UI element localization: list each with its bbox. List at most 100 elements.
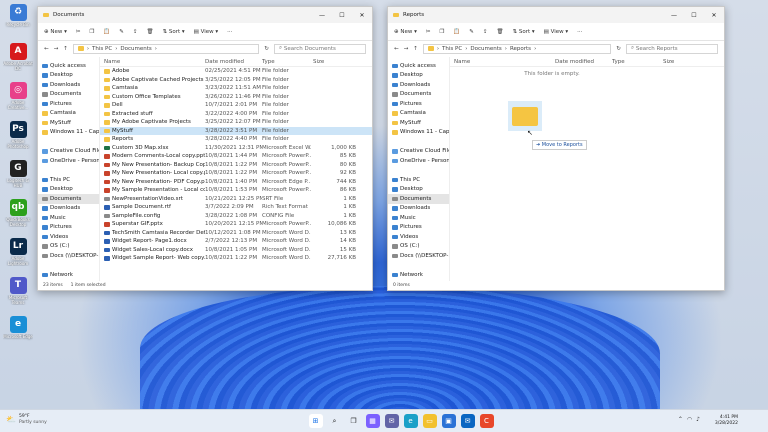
table-row[interactable]: My Sample Presentation - Local copy.pptx… <box>100 186 372 195</box>
table-row[interactable]: Sample Document.rtf 3/7/2022 2:09 PM Rich … <box>100 203 372 212</box>
clock[interactable]: 4:41 PM 3/28/2022 <box>715 415 738 427</box>
breadcrumb-this-pc[interactable]: This PC <box>442 46 462 52</box>
column-date[interactable]: Date modified <box>205 59 262 65</box>
desktop-shortcut[interactable]: Lr Adobe Lightroom <box>3 238 33 266</box>
share-icon[interactable]: ⇪ <box>133 29 138 35</box>
nav-item[interactable]: Downloads <box>388 204 449 214</box>
start-icon[interactable]: ⊞ <box>308 414 323 428</box>
nav-item[interactable]: Downloads <box>388 80 449 90</box>
nav-item[interactable]: Quick access <box>38 61 99 71</box>
table-row[interactable]: Extracted stuff 3/22/2022 4:00 PM File fol… <box>100 110 372 119</box>
nav-item[interactable]: Videos <box>388 232 449 242</box>
table-row[interactable]: MyStuff 3/28/2022 3:51 PM File folder <box>100 126 372 135</box>
forward-icon[interactable]: → <box>54 46 59 52</box>
more-icon[interactable]: ··· <box>577 29 582 35</box>
delete-icon[interactable]: 🗑 <box>497 29 504 35</box>
nav-item[interactable]: OS (C:) <box>388 242 449 252</box>
nav-item[interactable]: Documents <box>388 194 449 204</box>
refresh-icon[interactable]: ↻ <box>616 46 621 52</box>
breadcrumb-documents[interactable]: Documents <box>120 46 151 52</box>
column-type[interactable]: Type <box>262 59 311 65</box>
nav-item[interactable]: Windows 11 - Capts <box>388 128 449 138</box>
paste-icon[interactable]: 📋 <box>453 29 460 35</box>
nav-item[interactable]: Desktop <box>388 185 449 195</box>
nav-item[interactable]: Documents <box>388 90 449 100</box>
desktop-shortcut[interactable]: ♻ Recycle Bin <box>3 4 33 32</box>
view-button[interactable]: ▤ View ▾ <box>194 29 219 35</box>
copy-icon[interactable]: ❐ <box>89 29 94 35</box>
nav-item[interactable] <box>38 261 99 271</box>
view-button[interactable]: ▤ View ▾ <box>544 29 569 35</box>
table-row[interactable]: Superstar GIF.pptx 10/20/2021 12:15 PM Mic… <box>100 220 372 229</box>
desktop-shortcut[interactable]: G Logitech G HUB <box>3 160 33 188</box>
table-row[interactable]: My New Presentation- Backup Copy.pptx10/… <box>100 161 372 170</box>
nav-item[interactable]: Creative Cloud Files <box>38 147 99 157</box>
nav-item[interactable]: Quick access <box>388 61 449 71</box>
address-bar[interactable]: › This PC › Documents › <box>72 43 260 54</box>
nav-item[interactable]: Music <box>38 213 99 223</box>
table-row[interactable]: Adobe Captivate Cached Projects 3/25/2022… <box>100 76 372 85</box>
table-row[interactable]: NewPresentationVideo.srt 10/21/2021 12:25… <box>100 195 372 204</box>
share-icon[interactable]: ⇪ <box>483 29 488 35</box>
store-icon[interactable]: ▣ <box>441 414 456 428</box>
nav-item[interactable] <box>38 137 99 147</box>
chat-icon[interactable]: ✉ <box>384 414 399 428</box>
breadcrumb-reports[interactable]: Reports <box>510 46 531 52</box>
table-row[interactable]: Modern Comments-Local copy.pptx 10/8/2021… <box>100 152 372 161</box>
task-view-icon[interactable]: ❐ <box>347 414 361 428</box>
nav-item[interactable]: Creative Cloud Files <box>388 147 449 157</box>
cut-icon[interactable]: ✂ <box>76 29 81 35</box>
minimize-icon[interactable]: — <box>664 12 684 19</box>
nav-item[interactable]: Network <box>388 270 449 280</box>
desktop-shortcut[interactable]: qb QuickBooks Desktop <box>3 199 33 227</box>
back-icon[interactable]: ← <box>394 46 399 52</box>
nav-item[interactable]: MyStuff <box>388 118 449 128</box>
nav-item[interactable] <box>388 166 449 176</box>
table-row[interactable]: Custom Office Templates 3/26/2022 11:46 P… <box>100 93 372 102</box>
refresh-icon[interactable]: ↻ <box>264 46 269 52</box>
nav-item[interactable]: Videos <box>38 232 99 242</box>
rename-icon[interactable]: ✎ <box>469 29 474 35</box>
nav-item[interactable]: Camtasia <box>38 109 99 119</box>
sort-button[interactable]: ⇅ Sort ▾ <box>512 29 534 35</box>
mail-icon[interactable]: ✉ <box>460 414 475 428</box>
table-row[interactable]: Widget Sample Report- Web copy.docx10/8/… <box>100 254 372 263</box>
column-size[interactable]: Size <box>661 59 710 65</box>
table-row[interactable]: Widget Sales-Local copy.docx 10/8/2021 1:… <box>100 246 372 255</box>
nav-item[interactable]: Desktop <box>38 71 99 81</box>
table-row[interactable]: TechSmith Camtasia Recorder Default Di..… <box>100 229 372 238</box>
column-size[interactable]: Size <box>311 59 360 65</box>
nav-item[interactable]: Pictures <box>38 99 99 109</box>
copy-icon[interactable]: ❐ <box>439 29 444 35</box>
desktop-shortcut[interactable]: A Adobe Acrobat DC <box>3 43 33 71</box>
table-row[interactable]: My New Presentation- PDF Copy.pdf 10/8/20… <box>100 178 372 187</box>
minimize-icon[interactable]: — <box>312 12 332 19</box>
search-input[interactable]: ⌕ Search Reports <box>626 43 718 54</box>
maximize-icon[interactable]: ☐ <box>684 12 704 19</box>
sort-button[interactable]: ⇅ Sort ▾ <box>162 29 184 35</box>
search-input[interactable]: ⌕ Search Documents <box>274 43 366 54</box>
nav-item[interactable]: Downloads <box>38 80 99 90</box>
nav-item[interactable]: MyStuff <box>38 118 99 128</box>
search-icon[interactable]: ⌕ <box>328 414 342 428</box>
breadcrumb-this-pc[interactable]: This PC <box>92 46 112 52</box>
nav-item[interactable] <box>388 261 449 271</box>
table-row[interactable]: SampleFile.config 3/28/2022 1:08 PM CONFIG… <box>100 212 372 221</box>
breadcrumb-documents[interactable]: Documents <box>470 46 501 52</box>
paste-icon[interactable]: 📋 <box>103 29 110 35</box>
delete-icon[interactable]: 🗑 <box>147 29 154 35</box>
nav-item[interactable] <box>388 137 449 147</box>
nav-item[interactable]: Camtasia <box>388 109 449 119</box>
nav-item[interactable]: Pictures <box>388 223 449 233</box>
wifi-icon[interactable]: ◠ <box>687 416 692 423</box>
back-icon[interactable]: ← <box>44 46 49 52</box>
nav-item[interactable]: This PC <box>38 175 99 185</box>
title-bar[interactable]: Documents — ☐ ✕ <box>38 7 372 23</box>
nav-item[interactable]: Docs (\\DESKTOP-... <box>38 251 99 261</box>
nav-item[interactable]: Desktop <box>388 71 449 81</box>
address-bar[interactable]: › This PC › Documents › Reports › <box>422 43 612 54</box>
nav-item[interactable]: OS (C:) <box>38 242 99 252</box>
new-button[interactable]: ⊕ New ▾ <box>44 29 67 35</box>
maximize-icon[interactable]: ☐ <box>332 12 352 19</box>
camtasia-icon[interactable]: C <box>479 414 494 428</box>
